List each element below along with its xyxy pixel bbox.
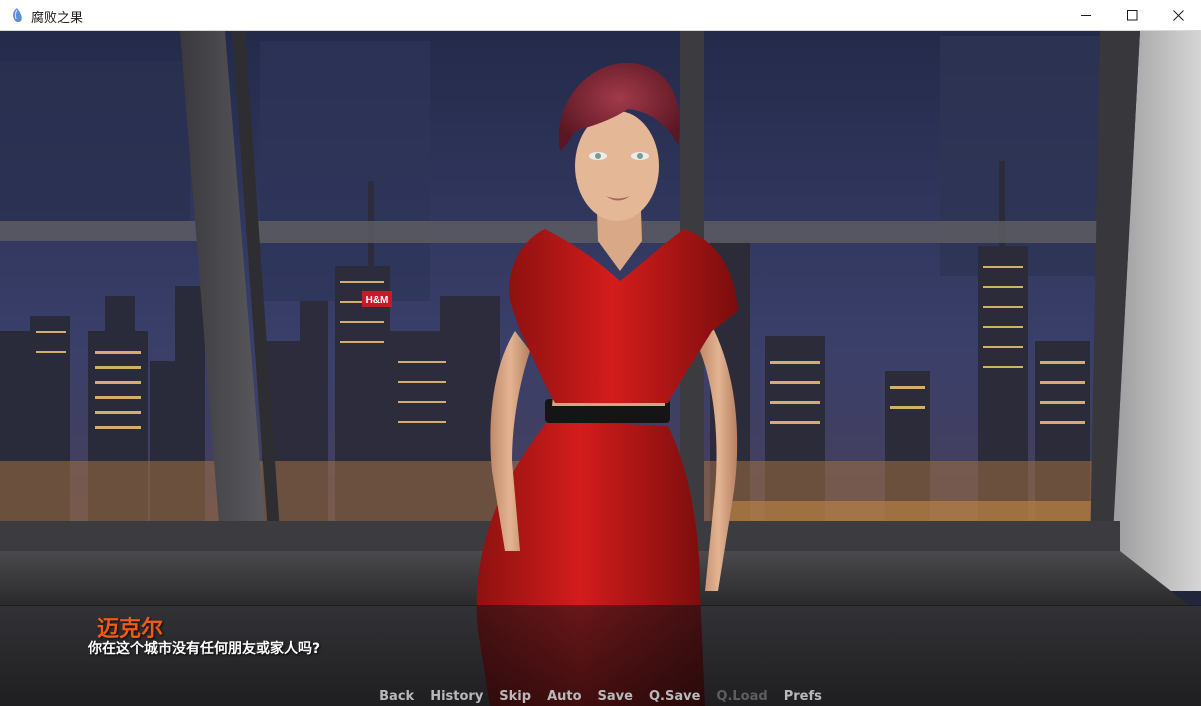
game-viewport[interactable]: H&M 迈克尔 你在这个城市没有任何朋友或家人吗? Back History S… — [0, 31, 1201, 706]
quick-menu-history[interactable]: History — [430, 687, 483, 706]
quick-menu-save[interactable]: Save — [598, 687, 633, 706]
dialogue-text: 你在这个城市没有任何朋友或家人吗? — [88, 641, 321, 657]
close-icon — [1172, 9, 1184, 21]
minimize-button[interactable] — [1063, 0, 1109, 30]
quick-menu-qsave[interactable]: Q.Save — [649, 687, 700, 706]
maximize-icon — [1126, 9, 1137, 20]
minimize-icon — [1080, 14, 1091, 16]
quick-menu-prefs[interactable]: Prefs — [784, 687, 822, 706]
quick-menu: Back History Skip Auto Save Q.Save Q.Loa… — [0, 687, 1201, 706]
window-titlebar: 腐败之果 — [0, 0, 1201, 31]
quick-menu-skip[interactable]: Skip — [499, 687, 531, 706]
close-button[interactable] — [1155, 0, 1201, 30]
maximize-button[interactable] — [1109, 0, 1155, 30]
app-icon — [13, 8, 22, 23]
quick-menu-auto[interactable]: Auto — [547, 687, 581, 706]
hm-sign: H&M — [366, 295, 389, 306]
window-title: 腐败之果 — [31, 11, 84, 26]
quick-menu-qload: Q.Load — [716, 689, 768, 704]
quick-menu-back[interactable]: Back — [379, 687, 414, 706]
